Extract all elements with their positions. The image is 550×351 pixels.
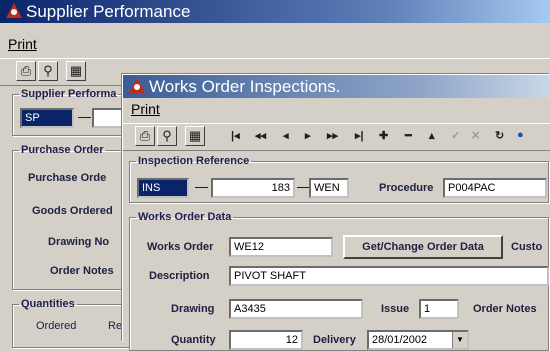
printer-setup-icon[interactable]: ▦ xyxy=(66,61,86,81)
printer-setup-icon[interactable]: ▦ xyxy=(185,126,205,146)
works-order-label: Works Order xyxy=(147,241,214,253)
procedure-field[interactable]: P004PAC xyxy=(443,178,547,198)
supplier-code-field[interactable]: SP xyxy=(20,108,74,128)
app-logo-icon xyxy=(129,78,145,93)
menu-print[interactable]: Print xyxy=(131,101,160,117)
insert-record-icon[interactable]: ✚ xyxy=(379,129,388,142)
issue-field[interactable]: 1 xyxy=(419,299,459,319)
delivery-label: Delivery xyxy=(313,334,356,346)
description-label: Description xyxy=(149,270,210,282)
print-icon[interactable]: ⎙ xyxy=(135,126,155,146)
procedure-label: Procedure xyxy=(379,182,434,194)
supplier-performance-titlebar[interactable]: Supplier Performance xyxy=(0,0,550,23)
last-record-icon[interactable]: ▸| xyxy=(355,129,364,142)
menu-print[interactable]: Print xyxy=(8,36,37,52)
previous-page-icon[interactable]: ◂◂ xyxy=(255,129,266,142)
group-legend: Quantities xyxy=(21,298,75,310)
chevron-down-icon[interactable]: ▼ xyxy=(452,332,467,348)
separator-dash: — xyxy=(195,179,208,194)
order-notes-label: Order Notes xyxy=(50,265,114,277)
order-notes-label: Order Notes xyxy=(473,303,537,315)
menu-bar: Print xyxy=(0,34,550,54)
quantity-field[interactable]: 12 xyxy=(229,330,303,350)
works-order-inspections-window: Works Order Inspections. Print ⎙ ⚲ ▦ |◂ … xyxy=(122,74,550,351)
delete-record-icon[interactable]: ━ xyxy=(405,129,412,142)
separator-dash: — xyxy=(78,109,91,124)
group-legend: Inspection Reference xyxy=(138,155,250,167)
group-legend: Purchase Order xyxy=(21,144,104,156)
refresh-icon[interactable]: ↻ xyxy=(495,129,504,142)
post-record-icon[interactable]: ✓ xyxy=(451,129,460,142)
print-icon[interactable]: ⎙ xyxy=(16,61,36,81)
edit-record-icon[interactable]: ▴ xyxy=(429,129,435,142)
inspections-toolbar: ⎙ ⚲ ▦ |◂ ◂◂ ◂ ▸ ▸▸ ▸| ✚ ━ ▴ ✓ ✕ ↻ ● xyxy=(123,123,550,151)
group-legend: Supplier Performa xyxy=(21,88,117,100)
window-title: Supplier Performance xyxy=(26,2,191,21)
previous-record-icon[interactable]: ◂ xyxy=(283,129,289,142)
inspection-suffix-field[interactable]: WEN xyxy=(309,178,349,198)
inspections-titlebar[interactable]: Works Order Inspections. xyxy=(123,75,550,98)
quantity-label: Quantity xyxy=(171,334,216,346)
ordered-column-header: Ordered xyxy=(36,320,77,332)
first-record-icon[interactable]: |◂ xyxy=(231,129,240,142)
drawing-no-label: Drawing No xyxy=(48,236,110,248)
purchase-order-label: Purchase Orde xyxy=(28,172,107,184)
inspection-number-field[interactable]: 183 xyxy=(211,178,295,198)
search-icon[interactable]: ⚲ xyxy=(38,61,58,81)
drawing-field[interactable]: A3435 xyxy=(229,299,363,319)
help-icon[interactable]: ● xyxy=(517,129,524,141)
menu-bar: Print xyxy=(123,99,550,119)
issue-label: Issue xyxy=(381,303,410,315)
group-legend: Works Order Data xyxy=(138,211,232,223)
cancel-record-icon[interactable]: ✕ xyxy=(471,129,480,142)
goods-ordered-label: Goods Ordered xyxy=(32,205,113,217)
app-logo-icon xyxy=(6,3,22,18)
customer-label: Custo xyxy=(511,241,543,253)
works-order-field[interactable]: WE12 xyxy=(229,237,333,257)
get-change-order-data-button[interactable]: Get/Change Order Data xyxy=(343,235,503,259)
next-page-icon[interactable]: ▸▸ xyxy=(327,129,338,142)
delivery-date-field[interactable]: 28/01/2002 ▼ xyxy=(367,330,469,350)
re-column-header: Re xyxy=(108,320,123,332)
inspection-prefix-field[interactable]: INS xyxy=(137,178,189,198)
delivery-date-value: 28/01/2002 xyxy=(372,334,428,346)
next-record-icon[interactable]: ▸ xyxy=(305,129,311,142)
search-icon[interactable]: ⚲ xyxy=(157,126,177,146)
drawing-label: Drawing xyxy=(171,303,215,315)
window-title: Works Order Inspections. xyxy=(149,77,341,96)
description-field[interactable]: PIVOT SHAFT xyxy=(229,266,549,286)
